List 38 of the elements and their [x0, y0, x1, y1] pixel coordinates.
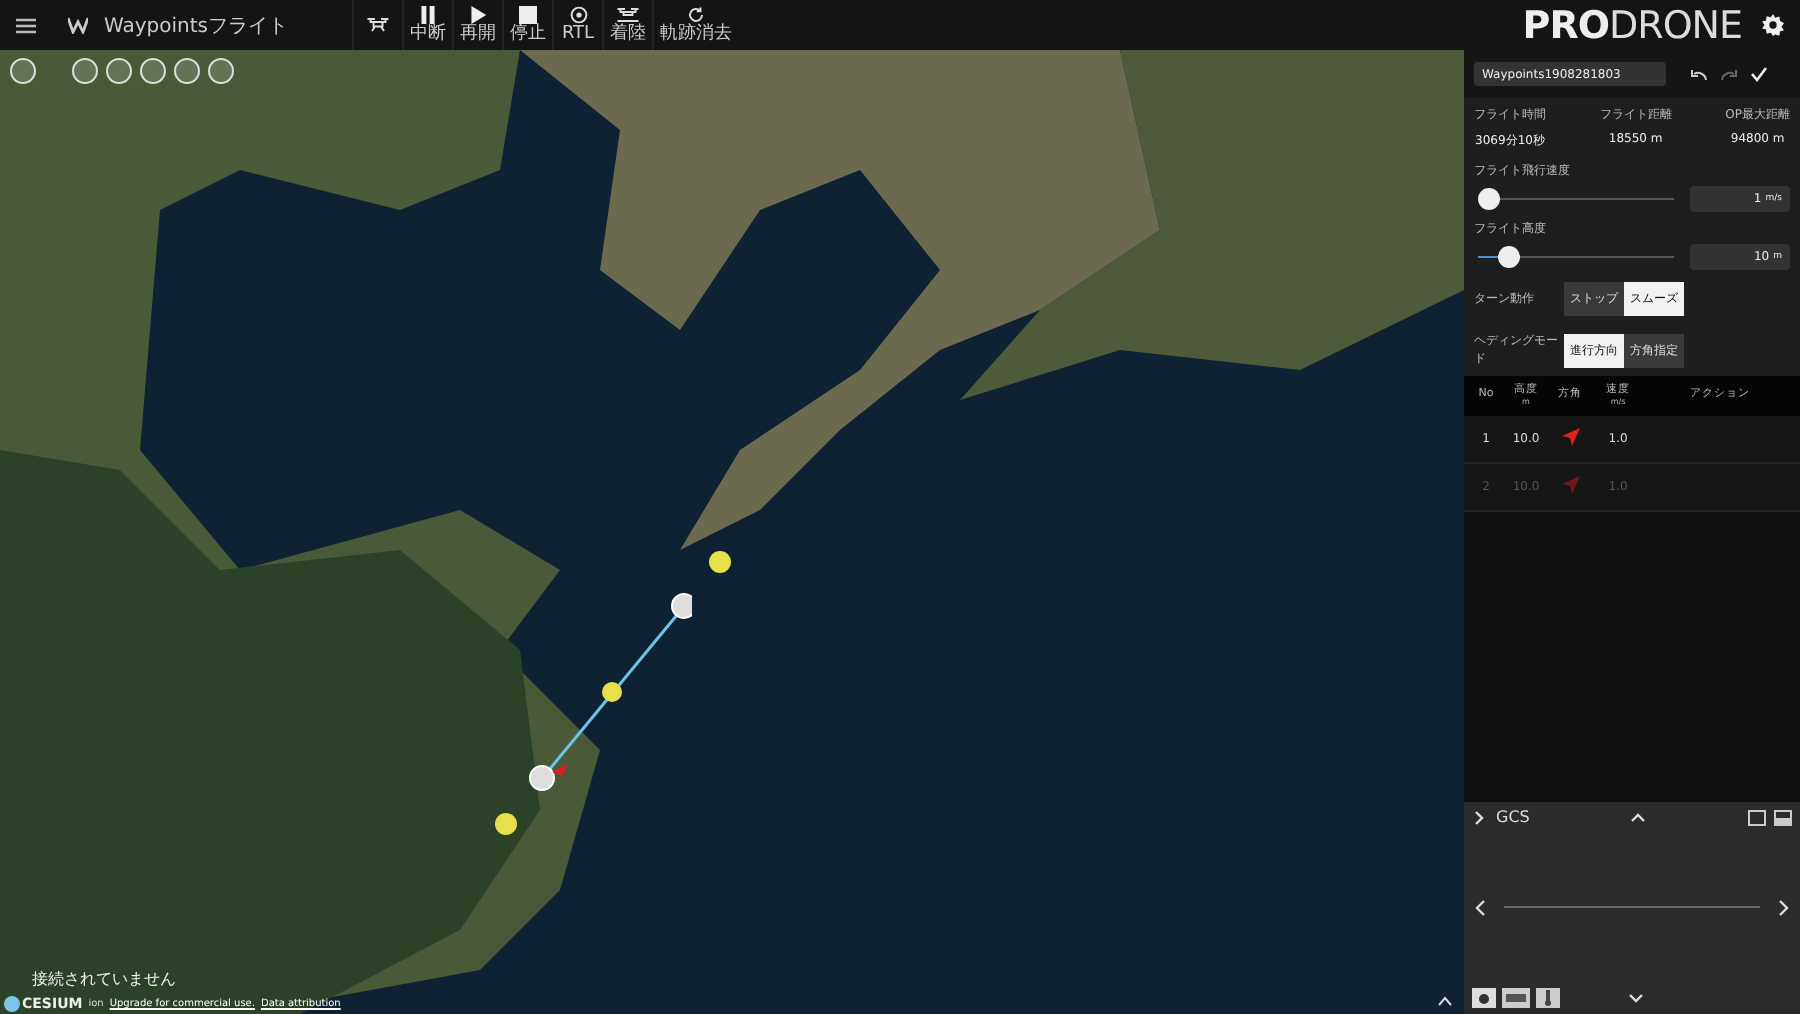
- refresh-icon: [684, 6, 708, 24]
- camera-icon[interactable]: [1472, 988, 1496, 1008]
- map-tool-icon[interactable]: [140, 58, 166, 84]
- map-tool-icon[interactable]: [72, 58, 98, 84]
- chevron-right-icon[interactable]: [1776, 899, 1792, 915]
- expand-icon[interactable]: [1472, 809, 1488, 825]
- settings-icon[interactable]: [1762, 14, 1784, 36]
- window-title: Waypointsフライト: [104, 13, 291, 39]
- expand-icon[interactable]: [1438, 992, 1452, 1010]
- gcs-title: GCS: [1496, 808, 1530, 826]
- map-tool-icon[interactable]: [208, 58, 234, 84]
- heading-arrow-icon: [1561, 475, 1579, 493]
- window-icon[interactable]: [1748, 809, 1766, 825]
- undo-icon[interactable]: [1690, 67, 1708, 81]
- waypoint-marker-icon: [708, 550, 732, 574]
- slider-thumb[interactable]: [1498, 246, 1521, 268]
- thermometer-icon[interactable]: [1536, 988, 1560, 1008]
- waypoint-marker-icon: [494, 812, 518, 836]
- caret-down-icon[interactable]: [1628, 990, 1644, 1006]
- picture-in-picture-icon[interactable]: [1774, 809, 1792, 825]
- slider-thumb[interactable]: [1478, 188, 1500, 210]
- drone-icon: [362, 16, 394, 34]
- connection-status: 接続されていません: [32, 968, 176, 990]
- film-icon[interactable]: [1502, 988, 1530, 1008]
- redo-icon[interactable]: [1720, 67, 1738, 81]
- stop-icon: [518, 6, 538, 24]
- pause-icon: [418, 6, 438, 24]
- w-logo-icon: [68, 16, 88, 34]
- check-icon[interactable]: [1750, 66, 1768, 82]
- target-icon: [567, 6, 589, 24]
- heading-arrow-icon: [1561, 427, 1579, 445]
- chevron-left-icon[interactable]: [1472, 899, 1488, 915]
- brand-logo: PRODRONE: [1522, 3, 1742, 47]
- map-tool-icon[interactable]: [106, 58, 132, 84]
- map-tool-icon[interactable]: [174, 58, 200, 84]
- drone-landing-icon: [612, 6, 644, 24]
- caret-up-icon[interactable]: [1630, 809, 1647, 825]
- play-icon: [468, 6, 488, 24]
